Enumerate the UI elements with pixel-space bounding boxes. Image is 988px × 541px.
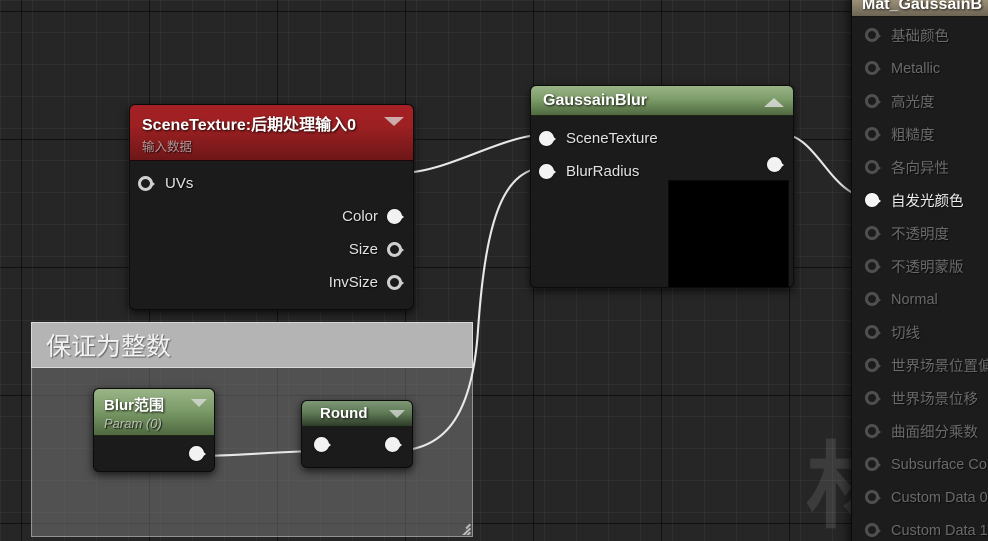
comment-box-title: 保证为整数 [46,333,172,361]
material-pin-label: 世界场景位置偏 [891,359,988,375]
material-pin-custom-data-0[interactable]: Custom Data 0 [852,481,988,514]
pin-label-invsize: InvSize [328,274,378,291]
material-pin-custom-data-1[interactable]: Custom Data 1 [852,514,988,541]
chevron-down-icon[interactable] [389,410,405,418]
pin-label-color: Color [342,208,378,225]
material-pin-anisotropy[interactable]: 各向异性 [852,151,988,184]
material-pin-label: 世界场景位移 [891,392,978,408]
material-pin-list: 基础颜色 Metallic 高光度 粗糙度 各向异性 自发光颜色 不透明度 不透… [852,17,988,541]
pin-row-uvs[interactable]: UVs [138,167,403,200]
material-pin-emissive-color[interactable]: 自发光颜色 [852,184,988,217]
input-pin[interactable] [865,126,881,143]
input-pin[interactable] [865,423,881,440]
output-pin-color[interactable] [387,208,404,225]
comment-box-titlebar[interactable]: 保证为整数 [31,322,473,368]
material-pin-world-displacement[interactable]: 世界场景位移 [852,382,988,415]
material-graph-canvas[interactable]: 材质 保证为整数 SceneTexture:后期处理输入0 输入数据 U [0,0,988,541]
material-pin-subsurface-color[interactable]: Subsurface Co [852,448,988,481]
node-body-round [302,427,412,465]
comment-resize-handle[interactable] [452,515,472,535]
node-title: SceneTexture:后期处理输入0 [142,117,356,134]
output-pin-size[interactable] [387,241,404,258]
node-header-material-output[interactable]: Mat_GaussainB [852,0,988,17]
pin-label-uvs: UVs [165,175,194,192]
pin-label-scenetexture: SceneTexture [566,130,658,147]
material-pin-label: Subsurface Co [891,456,987,473]
input-pin[interactable] [865,390,881,407]
node-body-scene-texture: UVs Color Size InvSize [130,161,413,309]
material-pin-specular[interactable]: 高光度 [852,85,988,118]
material-pin-label: 基础颜色 [891,29,949,45]
node-blur-param[interactable]: Blur范围 Param (0) [93,388,215,472]
input-pin-blurradius[interactable] [539,163,556,180]
pin-label-blurradius: BlurRadius [566,163,640,180]
material-pin-label: 曲面细分乘数 [891,425,978,441]
material-pin-label: Custom Data 0 [891,489,988,506]
input-pin-uvs[interactable] [138,175,155,192]
material-pin-tessellation-multiplier[interactable]: 曲面细分乘数 [852,415,988,448]
input-pin[interactable] [865,291,881,308]
material-pin-label: Normal [891,291,938,308]
wire-color-to-scenetexture [399,132,549,175]
input-pin[interactable] [865,324,881,341]
input-pin[interactable] [865,60,881,77]
input-pin[interactable] [865,489,881,506]
material-pin-label: Metallic [891,60,941,77]
node-subtitle: Param (0) [104,416,162,431]
node-scene-texture[interactable]: SceneTexture:后期处理输入0 输入数据 UVs Color Size [129,104,414,310]
pin-row-scenetexture-input[interactable]: SceneTexture [539,122,783,155]
chevron-down-icon[interactable] [191,399,207,407]
material-pin-roughness[interactable]: 粗糙度 [852,118,988,151]
material-pin-label: 各向异性 [891,161,949,177]
material-pin-world-position-offset[interactable]: 世界场景位置偏 [852,349,988,382]
node-round[interactable]: Round [301,400,413,468]
pin-row-color[interactable]: Color [138,200,404,233]
chevron-down-icon[interactable] [384,117,404,126]
input-pin[interactable] [865,258,881,275]
chevron-up-icon[interactable] [764,98,784,107]
output-pin-blur-param[interactable] [189,446,206,462]
node-header-gaussain-blur[interactable]: GaussainBlur [531,86,793,116]
node-title: Mat_GaussainB [862,0,983,13]
material-pin-base-color[interactable]: 基础颜色 [852,19,988,52]
material-pin-metallic[interactable]: Metallic [852,52,988,85]
node-gaussain-blur[interactable]: GaussainBlur SceneTexture BlurRadius [530,85,794,288]
output-pin-invsize[interactable] [387,274,404,291]
node-title: GaussainBlur [543,92,648,109]
material-pin-label: 高光度 [891,95,935,111]
output-pin-round[interactable] [385,437,402,453]
material-pin-label: 不透明度 [891,227,949,243]
material-pin-label: 自发光颜色 [891,194,964,210]
input-pin[interactable] [865,225,881,242]
pin-label-size: Size [348,241,378,258]
input-pin[interactable] [865,357,881,374]
input-pin[interactable] [865,456,881,473]
input-pin-scenetexture[interactable] [539,130,556,147]
input-pin-round[interactable] [314,437,331,453]
pin-row-blurradius-input[interactable]: BlurRadius [539,155,783,188]
material-pin-opacity-mask[interactable]: 不透明蒙版 [852,250,988,283]
node-header-round[interactable]: Round [302,401,412,427]
input-pin[interactable] [865,522,881,539]
node-header-blur-param[interactable]: Blur范围 Param (0) [94,389,214,436]
input-pin[interactable] [865,27,881,44]
node-preview-thumbnail [668,180,789,287]
material-pin-opacity[interactable]: 不透明度 [852,217,988,250]
material-pin-label: Custom Data 1 [891,522,988,539]
node-header-scene-texture[interactable]: SceneTexture:后期处理输入0 输入数据 [130,105,413,161]
material-pin-label: 粗糙度 [891,128,935,144]
node-material-output[interactable]: Mat_GaussainB 基础颜色 Metallic 高光度 粗糙度 各向异性 [851,0,988,541]
material-pin-label: 切线 [891,326,920,342]
node-subtitle: 输入数据 [142,140,193,154]
material-pin-label: 不透明蒙版 [891,260,964,276]
pin-row-invsize[interactable]: InvSize [138,266,404,299]
material-pin-tangent[interactable]: 切线 [852,316,988,349]
input-pin[interactable] [865,93,881,110]
node-body-gaussain-blur: SceneTexture BlurRadius [531,116,793,287]
material-pin-normal[interactable]: Normal [852,283,988,316]
input-pin[interactable] [865,159,881,176]
node-body-blur-param [94,436,214,471]
input-pin[interactable] [865,192,881,209]
pin-row-size[interactable]: Size [138,233,404,266]
